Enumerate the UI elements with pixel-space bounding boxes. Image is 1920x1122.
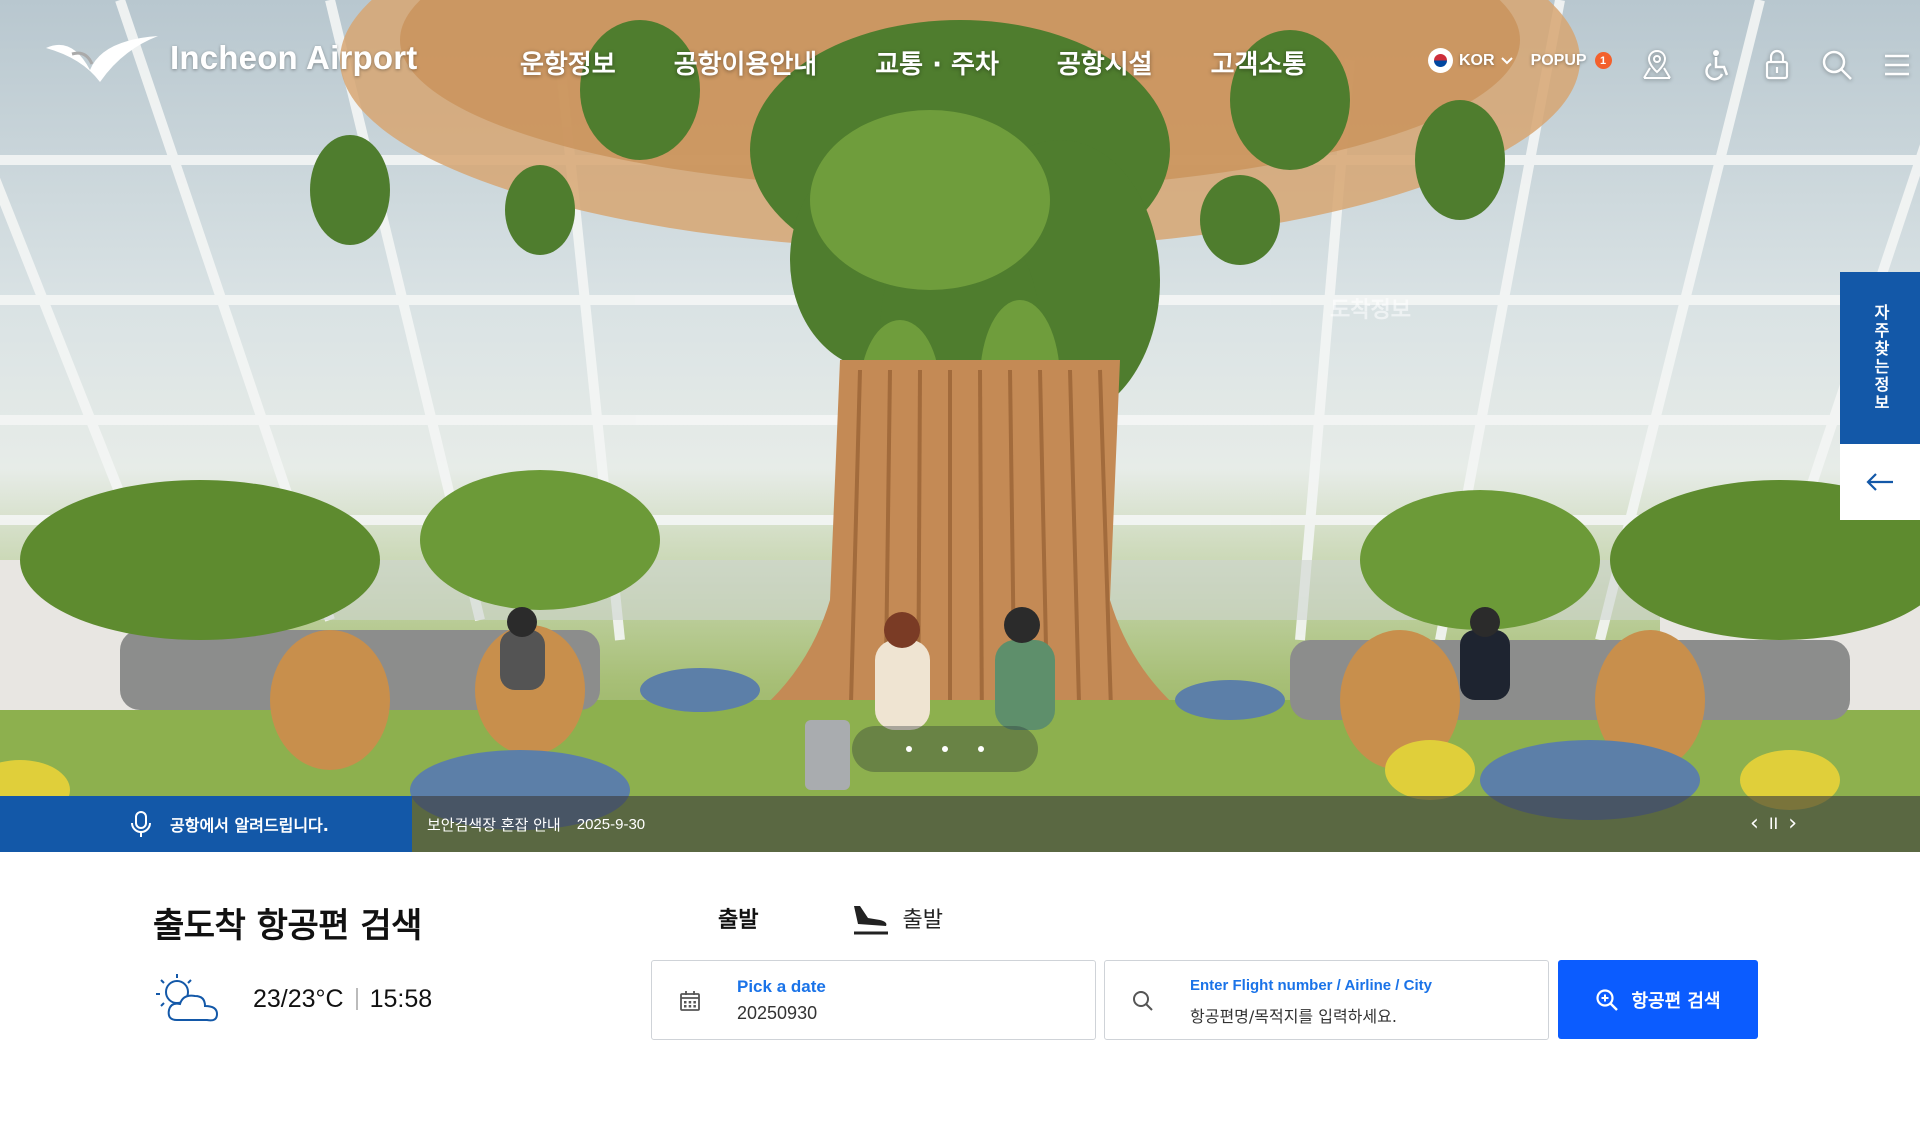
flight-search-button-label: 항공편 검색 <box>1631 990 1721 1012</box>
nav-flight-info[interactable]: 운항정보 <box>520 44 616 81</box>
quick-info-panel[interactable]: 자주찾는정보 <box>1840 272 1920 444</box>
nav-customer-service[interactable]: 고객소통 <box>1211 44 1307 81</box>
utility-bar: KOR POPUP 1 <box>1428 48 1612 73</box>
slide-pagination <box>852 726 1038 772</box>
site-logo[interactable]: Incheon Airport <box>42 30 417 86</box>
logo-icon <box>46 36 158 82</box>
slide-dot-3[interactable] <box>978 746 984 752</box>
nav-airport-facilities[interactable]: 공항시설 <box>1057 44 1153 81</box>
menu-icon[interactable] <box>1880 48 1914 82</box>
popup-count-badge: 1 <box>1594 52 1612 69</box>
flight-search-field[interactable]: Enter Flight number / Airline / City 항공편… <box>1104 960 1549 1040</box>
partly-cloudy-icon <box>156 974 219 1022</box>
notice-prev-button[interactable]: ‹ <box>1750 810 1759 838</box>
lock-icon[interactable] <box>1760 48 1794 82</box>
date-field-label: Pick a date <box>737 977 826 996</box>
tab-departure-label: 출발 <box>718 908 759 933</box>
notice-date: 2025-9-30 <box>576 815 646 833</box>
weather-time: 15:58 <box>369 984 433 1013</box>
hero-ghost-text: 도착정보 <box>1330 298 1411 323</box>
utility-icons <box>1640 48 1914 82</box>
flight-tabs: 출발 출발 <box>718 898 943 938</box>
tab-departure[interactable]: 출발 <box>718 902 758 934</box>
hero-banner: Incheon Airport 운항정보 공항이용안내 교통 · 주차 공항시설… <box>0 0 1920 852</box>
notice-controls: ‹ II › <box>1750 810 1797 838</box>
weather-temperature: 23/23°C <box>253 984 344 1013</box>
notice-title: 보안검색장 혼잡 안내 <box>427 815 561 834</box>
language-label: KOR <box>1459 51 1495 69</box>
notice-label-box: 공항에서 알려드립니다. <box>0 796 412 852</box>
search-icon[interactable] <box>1820 48 1854 82</box>
flight-field-label: Enter Flight number / Airline / City <box>1190 977 1432 994</box>
flight-search-button[interactable]: 항공편 검색 <box>1558 960 1758 1039</box>
popup-label: POPUP <box>1530 51 1587 69</box>
map-icon[interactable] <box>1640 48 1674 82</box>
slide-dot-1[interactable] <box>906 746 912 752</box>
slide-dot-2[interactable] <box>942 746 948 752</box>
arrow-left-icon <box>1866 473 1893 491</box>
calendar-icon <box>680 991 700 1011</box>
logo-text: Incheon Airport <box>170 39 418 76</box>
plane-landing-icon <box>854 906 889 935</box>
weather-widget: 23/23°C 15:58 <box>153 972 432 1026</box>
flight-search-title: 출도착 항공편 검색 <box>153 906 422 946</box>
search-icon <box>1133 991 1153 1011</box>
nav-transport-parking[interactable]: 교통 · 주차 <box>875 44 999 81</box>
notice-item[interactable]: 보안검색장 혼잡 안내 2025-9-30 <box>427 796 645 852</box>
nav-airport-guide[interactable]: 공항이용안내 <box>674 44 818 81</box>
chevron-down-icon <box>1500 56 1513 64</box>
language-selector[interactable]: KOR <box>1428 48 1513 73</box>
site-header: Incheon Airport 운항정보 공항이용안내 교통 · 주차 공항시설… <box>0 0 1920 130</box>
date-picker-field[interactable]: Pick a date 20250930 <box>651 960 1096 1040</box>
accessibility-icon[interactable] <box>1700 48 1734 82</box>
notice-label: 공항에서 알려드립니다. <box>170 816 329 835</box>
flight-field-placeholder: 항공편명/목적지를 입력하세요. <box>1190 1007 1397 1026</box>
korea-flag-icon <box>1428 48 1453 73</box>
microphone-icon <box>131 811 151 837</box>
zoom-search-icon <box>1596 988 1619 1011</box>
date-field-value: 20250930 <box>737 1003 818 1023</box>
tab-arrival[interactable]: 출발 <box>850 898 943 938</box>
popup-button[interactable]: POPUP 1 <box>1531 52 1612 70</box>
main-nav: 운항정보 공항이용안내 교통 · 주차 공항시설 고객소통 <box>520 44 1364 81</box>
quick-panel-toggle[interactable] <box>1840 444 1920 520</box>
notice-next-button[interactable]: › <box>1788 810 1797 838</box>
notice-pause-button[interactable]: II <box>1769 810 1778 838</box>
quick-info-label: 자주찾는정보 <box>1871 304 1890 412</box>
tab-arrival-label: 출발 <box>902 908 943 933</box>
notice-bar: 공항에서 알려드립니다. 보안검색장 혼잡 안내 2025-9-30 ‹ II … <box>0 796 1920 852</box>
weather-divider <box>355 988 358 1010</box>
